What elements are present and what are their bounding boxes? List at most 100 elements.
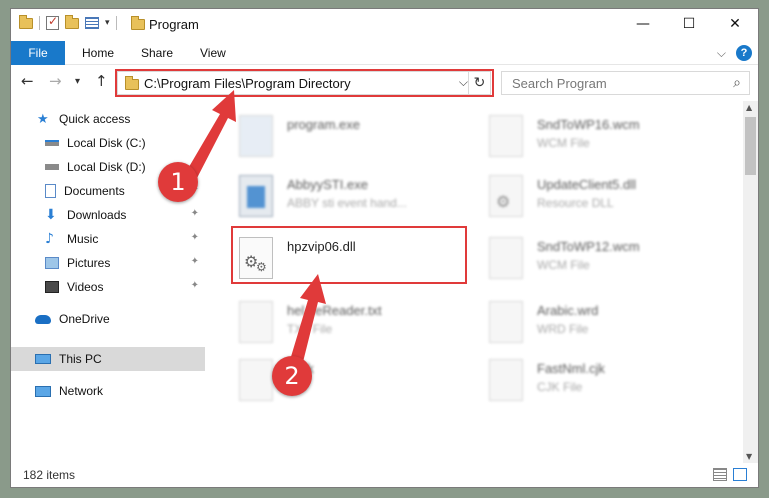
- documents-icon: [45, 184, 56, 198]
- expand-ribbon-chevron-icon[interactable]: ⌵: [717, 46, 726, 61]
- file-name: hel...eReader.txt: [287, 303, 382, 318]
- file-type: Resource DLL: [537, 196, 614, 210]
- close-button[interactable]: ✕: [712, 9, 758, 39]
- pin-icon: ✦: [190, 256, 199, 267]
- sidebar-item-label: Quick access: [59, 112, 131, 126]
- wcm-file-icon: [489, 237, 523, 279]
- file-name: SndToWP16.wcm: [537, 117, 640, 132]
- file-name: AbbyySTI.exe: [287, 177, 368, 192]
- list-item[interactable]: program.exe: [211, 109, 441, 165]
- quick-access-toolbar: ▾: [19, 14, 117, 30]
- cjk-file-icon: [239, 359, 273, 401]
- file-type: TXT File: [287, 322, 333, 336]
- sidebar-item-quick-access[interactable]: ★ Quick access: [11, 107, 205, 131]
- list-item[interactable]: ⚙ UpdateClient5.dll Resource DLL: [461, 169, 691, 225]
- scroll-down-icon[interactable]: ▼: [746, 452, 752, 461]
- toolbar-divider: [115, 16, 117, 30]
- search-icon[interactable]: ⌕: [733, 75, 741, 91]
- sidebar-item-downloads[interactable]: ⬇ Downloads ✦: [11, 203, 205, 227]
- ribbon-right-controls: ⌵ ?: [717, 45, 752, 61]
- large-icons-view-icon[interactable]: [733, 468, 747, 481]
- tab-file[interactable]: File: [11, 41, 65, 65]
- minimize-button[interactable]: —: [620, 9, 666, 39]
- list-item[interactable]: SndToWP16.wcm WCM File: [461, 109, 691, 165]
- sidebar-item-videos[interactable]: Videos ✦: [11, 275, 205, 299]
- file-highlight-box: [231, 226, 467, 284]
- tab-share[interactable]: Share: [141, 41, 173, 65]
- download-arrow-icon: ⬇: [45, 207, 57, 223]
- sidebar-item-onedrive[interactable]: OneDrive: [11, 307, 205, 331]
- properties-check-icon[interactable]: [46, 14, 59, 30]
- new-folder-icon[interactable]: [65, 14, 79, 29]
- search-box[interactable]: Search Program ⌕: [501, 71, 750, 95]
- file-type: ABBY sti event hand...: [287, 196, 407, 210]
- list-item[interactable]: Arabic.wrd WRD File: [461, 295, 691, 351]
- sidebar-item-label: This PC: [59, 352, 102, 366]
- item-count: 182 items: [23, 468, 76, 482]
- computer-icon: [35, 354, 51, 364]
- list-item[interactable]: FastNml.cjk CJK File: [461, 353, 691, 409]
- cjk-file-icon: [489, 359, 523, 401]
- customize-dropdown-icon[interactable]: ▾: [105, 18, 110, 28]
- list-item[interactable]: ...cjk ...le: [211, 353, 441, 409]
- music-note-icon: ♪: [45, 231, 54, 247]
- sidebar-item-label: Music: [67, 232, 99, 246]
- up-arrow-icon[interactable]: ↑: [95, 72, 108, 90]
- tab-home[interactable]: Home: [82, 41, 114, 65]
- wcm-file-icon: [489, 115, 523, 157]
- sidebar-item-network[interactable]: Network: [11, 379, 205, 403]
- folder-icon[interactable]: [19, 14, 33, 29]
- file-name: Arabic.wrd: [537, 303, 599, 318]
- file-type: WCM File: [537, 258, 590, 272]
- forward-arrow-icon[interactable]: →: [49, 72, 62, 90]
- pin-icon: ✦: [190, 208, 199, 219]
- address-highlight-box: [115, 69, 494, 97]
- window-folder-icon: [131, 16, 145, 30]
- list-item[interactable]: SndToWP12.wcm WCM File: [461, 231, 691, 287]
- gear-icon: ⚙: [496, 192, 511, 211]
- pin-icon: ✦: [190, 280, 199, 291]
- explorer-window: ▾ Program — ☐ ✕ File Home Share View ⌵ ?…: [10, 8, 759, 488]
- pin-icon: ✦: [190, 232, 199, 243]
- dll-file-icon: ⚙: [489, 175, 523, 217]
- drive-icon: [45, 164, 59, 170]
- sidebar-item-label: Documents: [64, 184, 125, 198]
- recent-locations-icon[interactable]: ▾: [75, 76, 80, 87]
- file-name: UpdateClient5.dll: [537, 177, 637, 192]
- videos-icon: [45, 281, 59, 293]
- file-name: SndToWP12.wcm: [537, 239, 640, 254]
- customize-list-icon[interactable]: [85, 17, 99, 29]
- exe-file-icon: [239, 175, 273, 217]
- network-icon: [35, 385, 51, 397]
- callout-2-badge: 2: [272, 356, 312, 396]
- sidebar-item-local-disk-c[interactable]: Local Disk (C:): [11, 131, 205, 155]
- sidebar-item-label: Downloads: [67, 208, 127, 222]
- callout-1-badge: 1: [158, 162, 198, 202]
- file-type: WCM File: [537, 136, 590, 150]
- vertical-scrollbar[interactable]: ▲ ▼: [743, 101, 758, 463]
- sidebar-item-pictures[interactable]: Pictures ✦: [11, 251, 205, 275]
- sidebar-item-label: Videos: [67, 280, 104, 294]
- sidebar-item-label: Local Disk (D:): [67, 160, 146, 174]
- list-item[interactable]: hel...eReader.txt TXT File: [211, 295, 441, 351]
- details-view-icon[interactable]: [713, 468, 727, 481]
- sidebar-item-music[interactable]: ♪ Music ✦: [11, 227, 205, 251]
- tab-view[interactable]: View: [200, 41, 226, 65]
- back-arrow-icon[interactable]: ←: [21, 72, 34, 90]
- list-item[interactable]: AbbyySTI.exe ABBY sti event hand...: [211, 169, 441, 225]
- file-name: program.exe: [287, 117, 360, 132]
- file-type: CJK File: [537, 380, 583, 394]
- file-name: FastNml.cjk: [537, 361, 605, 376]
- sidebar-item-this-pc[interactable]: This PC: [11, 347, 205, 371]
- sidebar-item-label: Pictures: [67, 256, 111, 270]
- navigation-pane: ★ Quick access Local Disk (C:) Local Dis…: [11, 101, 207, 461]
- sidebar-item-label: Network: [59, 384, 104, 398]
- toolbar-divider: [39, 16, 40, 30]
- search-input[interactable]: Search Program: [512, 76, 607, 91]
- scroll-up-icon[interactable]: ▲: [746, 103, 752, 112]
- pictures-icon: [45, 257, 59, 269]
- maximize-button[interactable]: ☐: [666, 9, 712, 39]
- scrollbar-thumb[interactable]: [745, 117, 756, 175]
- window-title: Program: [149, 17, 199, 32]
- help-icon[interactable]: ?: [736, 45, 752, 61]
